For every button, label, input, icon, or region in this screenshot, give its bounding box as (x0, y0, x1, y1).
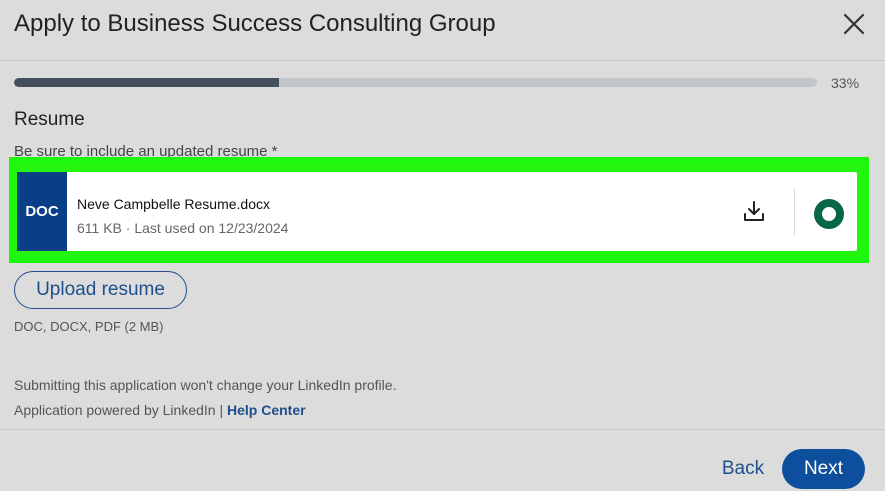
progress-bar-fill (14, 78, 279, 87)
download-icon (742, 199, 766, 228)
download-button[interactable] (739, 198, 769, 228)
resume-select-radio[interactable] (814, 199, 844, 229)
profile-notice: Submitting this application won't change… (14, 377, 397, 393)
doc-badge: DOC (17, 172, 67, 251)
section-subtitle: Be sure to include an updated resume * (14, 143, 278, 158)
footer-divider (0, 429, 885, 430)
resume-file-meta: 611 KB · Last used on 12/23/2024 (77, 220, 289, 236)
help-center-link[interactable]: Help Center (227, 402, 306, 418)
resume-file-name: Neve Campbelle Resume.docx (77, 196, 270, 212)
next-button[interactable]: Next (782, 449, 865, 489)
close-button[interactable] (838, 10, 870, 42)
close-icon (843, 13, 865, 40)
section-title: Resume (14, 109, 85, 130)
header-divider (0, 60, 885, 61)
powered-by-line: Application powered by LinkedIn | Help C… (14, 402, 306, 418)
powered-by-text: Application powered by LinkedIn | (14, 402, 224, 418)
resume-card[interactable]: DOC Neve Campbelle Resume.docx 611 KB · … (17, 172, 857, 251)
card-divider (794, 188, 795, 236)
progress-percent: 33% (831, 75, 860, 91)
accepted-file-types: DOC, DOCX, PDF (2 MB) (14, 319, 164, 334)
back-button[interactable]: Back (712, 452, 774, 486)
upload-resume-button[interactable]: Upload resume (14, 271, 187, 309)
modal-title: Apply to Business Success Consulting Gro… (14, 10, 496, 37)
progress-bar (14, 78, 817, 87)
